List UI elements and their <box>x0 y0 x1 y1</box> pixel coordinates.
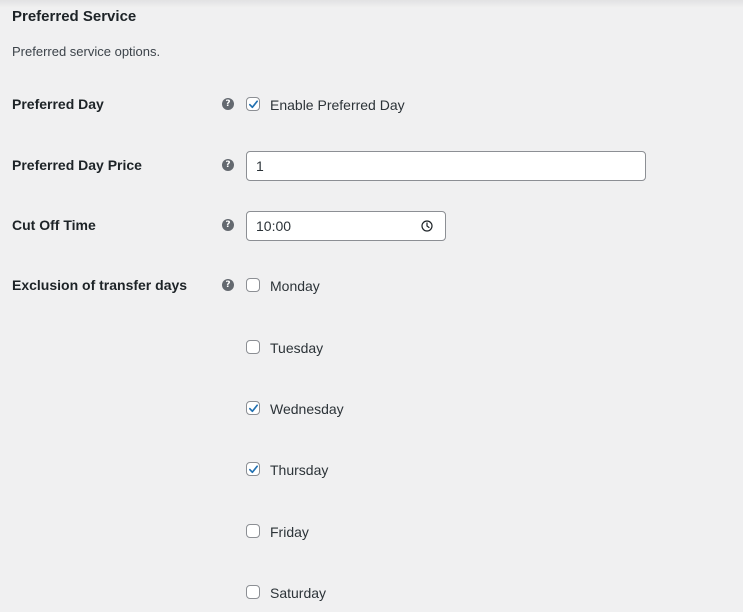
day-label-monday[interactable]: Monday <box>270 278 320 294</box>
day-checkbox-tuesday[interactable] <box>246 340 260 354</box>
preferred-day-price-input[interactable]: 1 <box>246 151 646 181</box>
preferred-day-label: Preferred Day <box>12 96 104 112</box>
section-description: Preferred service options. <box>12 44 161 59</box>
cut-off-time-input[interactable]: 10:00 <box>246 211 446 241</box>
day-checkbox-wednesday[interactable] <box>246 401 260 415</box>
section-title: Preferred Service <box>12 8 137 25</box>
help-icon[interactable]: ? <box>222 279 234 291</box>
top-shadow <box>0 0 743 8</box>
enable-preferred-day-checkbox[interactable] <box>246 97 260 111</box>
day-label-saturday[interactable]: Saturday <box>270 585 326 601</box>
cut-off-time-label: Cut Off Time <box>12 217 96 233</box>
cut-off-time-value: 10:00 <box>256 218 292 234</box>
day-label-thursday[interactable]: Thursday <box>270 462 328 478</box>
day-label-wednesday[interactable]: Wednesday <box>270 401 344 417</box>
help-icon[interactable]: ? <box>222 98 234 110</box>
settings-page: Preferred Service Preferred service opti… <box>0 0 743 612</box>
day-checkbox-monday[interactable] <box>246 278 260 292</box>
day-label-tuesday[interactable]: Tuesday <box>270 340 323 356</box>
help-icon[interactable]: ? <box>222 219 234 231</box>
clock-icon[interactable] <box>421 220 433 232</box>
help-icon[interactable]: ? <box>222 159 234 171</box>
enable-preferred-day-label[interactable]: Enable Preferred Day <box>270 97 405 113</box>
day-checkbox-thursday[interactable] <box>246 462 260 476</box>
day-checkbox-saturday[interactable] <box>246 585 260 599</box>
exclusion-days-label: Exclusion of transfer days <box>12 277 188 293</box>
day-checkbox-friday[interactable] <box>246 524 260 538</box>
day-label-friday[interactable]: Friday <box>270 524 309 540</box>
preferred-day-price-label: Preferred Day Price <box>12 157 142 173</box>
